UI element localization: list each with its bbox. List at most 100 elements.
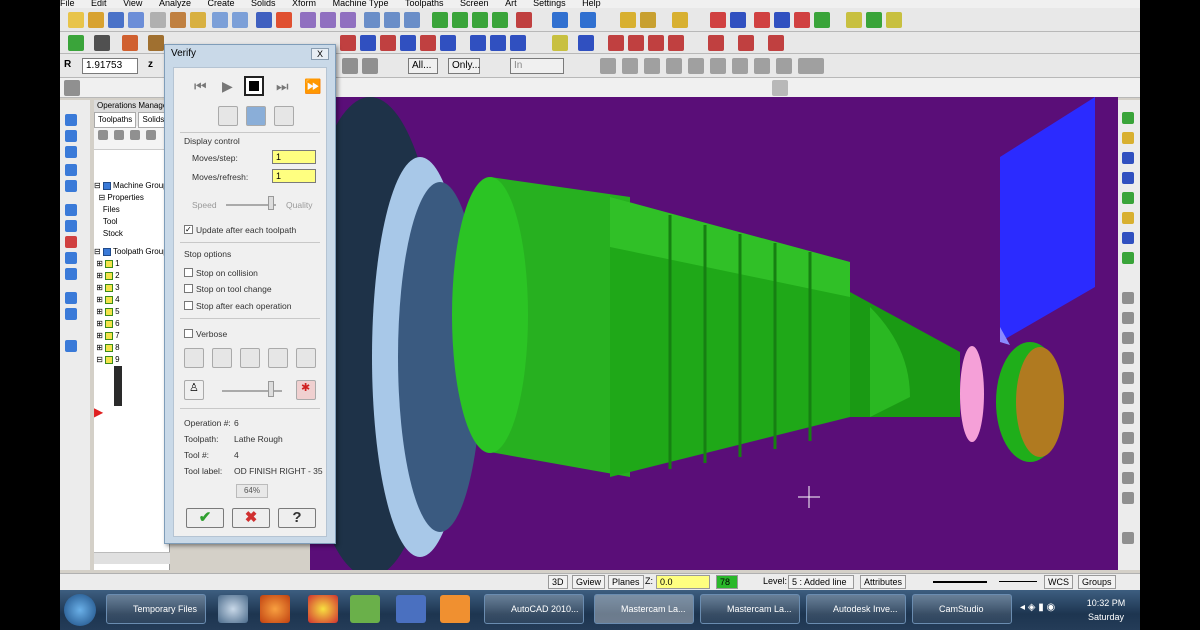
tab-toolpaths[interactable]: Toolpaths (94, 112, 137, 128)
insert-arrow-icon[interactable]: ▶ (94, 406, 170, 418)
right-tool-icon[interactable] (1122, 452, 1134, 464)
measure-icon[interactable] (672, 12, 688, 28)
taskbar-autodesk-inventor[interactable]: Autodesk Inve... (806, 594, 906, 624)
right-tool-icon[interactable] (1122, 372, 1134, 384)
project-icon[interactable] (886, 12, 902, 28)
globe-icon[interactable] (552, 12, 568, 28)
view-top-icon[interactable] (364, 12, 380, 28)
join-icon[interactable] (380, 35, 396, 51)
tree-item[interactable]: ⊞ 2 (94, 270, 170, 282)
mirror-icon[interactable] (710, 12, 726, 28)
line-width-select[interactable] (996, 575, 1040, 589)
lathe-icon[interactable] (65, 114, 77, 126)
cancel-button[interactable]: ✖ (232, 508, 270, 528)
menu-toolpaths[interactable]: Toolpaths (405, 0, 444, 8)
tailstock-icon[interactable] (708, 35, 724, 51)
surface-icon[interactable] (65, 204, 77, 216)
taskbar-temporary-files[interactable]: Temporary Files (106, 594, 206, 624)
tree-item[interactable]: ⊞ 8 (94, 342, 170, 354)
right-tool-icon[interactable] (1122, 192, 1134, 204)
tree-item[interactable]: ⊟ Properties (94, 192, 170, 204)
rewind-button[interactable]: ⏮ (194, 78, 207, 95)
level-select[interactable]: 5 : Added line (788, 575, 854, 589)
fast-forward-button[interactable]: ⏩ (304, 78, 321, 95)
right-tool-icon[interactable] (1122, 332, 1134, 344)
gview-button[interactable]: Gview (572, 575, 606, 589)
right-tool-icon[interactable] (1122, 132, 1134, 144)
print-icon[interactable] (128, 12, 144, 28)
roll-icon[interactable] (866, 12, 882, 28)
right-tool-icon[interactable] (1122, 252, 1134, 264)
stretch-icon[interactable] (846, 12, 862, 28)
right-tool-icon[interactable] (1122, 232, 1134, 244)
tray-icons[interactable]: ◂ ◈ ▮ ◉ (1020, 602, 1070, 616)
stop-button[interactable] (244, 76, 264, 96)
tree-item[interactable]: ⊞ 3 (94, 282, 170, 294)
right-tool-icon[interactable] (1122, 292, 1134, 304)
line-icon[interactable] (94, 35, 110, 51)
view-3d-button[interactable]: 3D (548, 575, 568, 589)
tree-item[interactable]: ⊟ Toolpath Group (94, 246, 170, 258)
walk-icon[interactable]: ♙ (184, 380, 204, 400)
close-button[interactable]: X (311, 48, 329, 60)
tree-item[interactable]: ⊞ 6 (94, 318, 170, 330)
drill-icon[interactable] (420, 35, 436, 51)
right-tool-icon[interactable] (1122, 172, 1134, 184)
rough-icon[interactable] (490, 35, 506, 51)
wcs-button[interactable]: WCS (1044, 575, 1073, 589)
xform-icon[interactable] (65, 268, 77, 280)
layer-icon[interactable] (65, 292, 77, 304)
groups-button[interactable]: Groups (1078, 575, 1116, 589)
toolpath-filter-icon[interactable] (516, 12, 532, 28)
slider-thumb[interactable] (268, 196, 274, 210)
help-button[interactable]: ? (278, 508, 316, 528)
taskbar-mastercam-1[interactable]: Mastercam La... (594, 594, 694, 624)
select-only-button[interactable]: Only... (448, 58, 480, 74)
fit-icon[interactable] (256, 12, 272, 28)
menu-create[interactable]: Create (207, 0, 234, 8)
menu-xform[interactable]: Xform (292, 0, 316, 8)
modify-icon[interactable] (400, 35, 416, 51)
run-icon[interactable]: ✱ (296, 380, 316, 400)
block-select-icon[interactable] (776, 58, 792, 74)
break-icon[interactable] (360, 35, 376, 51)
attributes-button[interactable]: Attributes (860, 575, 907, 589)
scale-icon[interactable] (774, 12, 790, 28)
stock-icon[interactable] (648, 35, 664, 51)
prompt-icon[interactable] (64, 80, 80, 96)
chrome-icon[interactable] (308, 595, 338, 623)
tree-item[interactable]: ⊟ Machine Group (94, 180, 170, 192)
analyze-icon[interactable] (640, 12, 656, 28)
tree-item[interactable]: Stock (94, 228, 170, 240)
right-tool-icon[interactable] (1122, 412, 1134, 424)
chain-select-icon[interactable] (688, 58, 704, 74)
grid-icon[interactable] (608, 35, 624, 51)
face-icon[interactable] (470, 35, 486, 51)
right-tool-icon[interactable] (1122, 112, 1134, 124)
ok-button[interactable]: ✔ (186, 508, 224, 528)
finish-icon[interactable] (510, 35, 526, 51)
line-style-select[interactable] (930, 575, 990, 589)
step-forward-button[interactable]: ⏭ (276, 78, 289, 95)
menu-edit[interactable]: Edit (91, 0, 107, 8)
arc-icon[interactable] (148, 35, 164, 51)
shaded-edges-icon[interactable] (492, 12, 508, 28)
select-icon[interactable] (342, 58, 358, 74)
pointer-icon[interactable] (600, 58, 616, 74)
cutting-stats-button[interactable] (240, 348, 260, 368)
compare-button[interactable] (212, 348, 232, 368)
tool-display-button[interactable] (246, 106, 266, 126)
simulation-slider-thumb[interactable] (268, 381, 274, 397)
menu-analyze[interactable]: Analyze (159, 0, 191, 8)
right-tool-icon[interactable] (1122, 312, 1134, 324)
transfer-icon[interactable] (768, 35, 784, 51)
shade-icon[interactable] (432, 12, 448, 28)
section-button[interactable] (268, 348, 288, 368)
point-icon[interactable] (68, 35, 84, 51)
polygon-select-icon[interactable] (644, 58, 660, 74)
menu-view[interactable]: View (123, 0, 142, 8)
area-select-icon[interactable] (732, 58, 748, 74)
menu-art[interactable]: Art (505, 0, 517, 8)
color-icon[interactable] (65, 308, 77, 320)
right-tool-icon[interactable] (1122, 432, 1134, 444)
